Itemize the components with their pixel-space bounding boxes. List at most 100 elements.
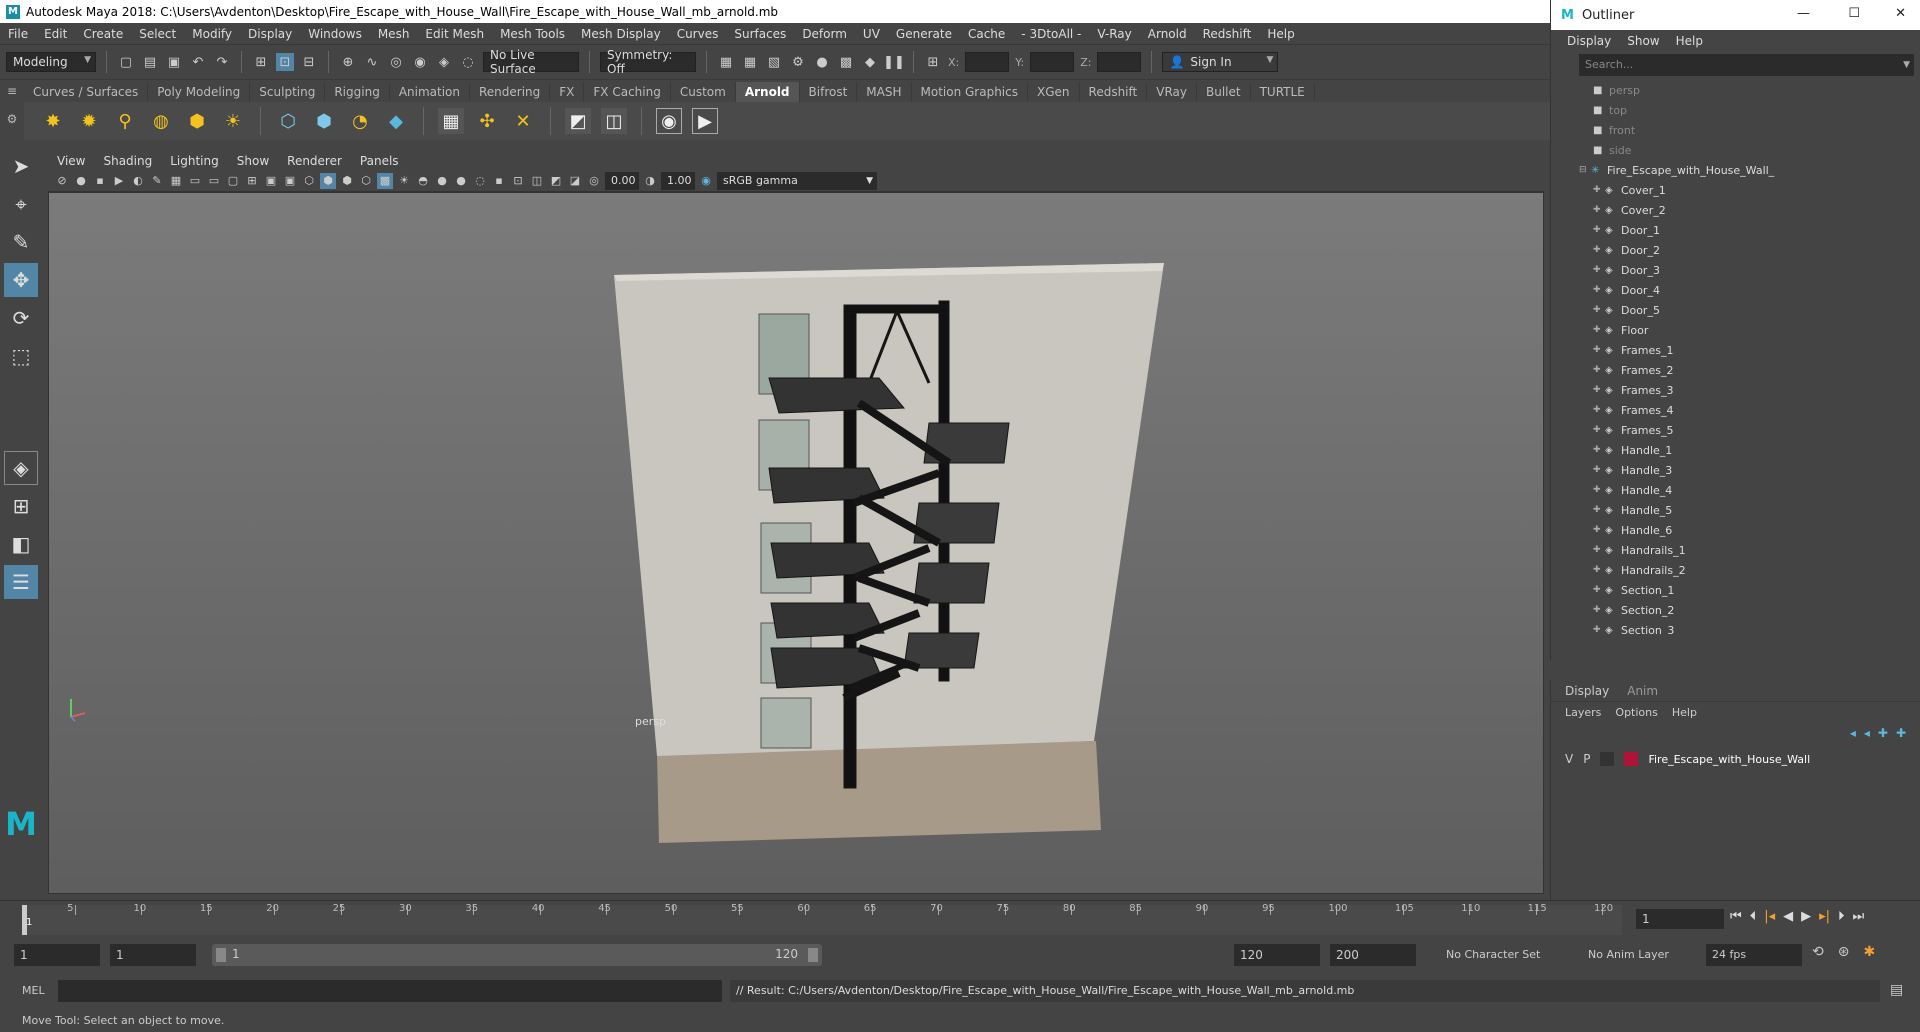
menu-item[interactable]: Display xyxy=(240,27,300,41)
snap-curve-icon[interactable]: ∿ xyxy=(363,53,381,71)
outliner-mesh-item[interactable]: ✚ ◈ Section_2 xyxy=(1579,600,1920,620)
safe-title-icon[interactable]: ▣ xyxy=(282,173,298,189)
expand-icon[interactable]: ✚ xyxy=(1593,405,1605,415)
expand-icon[interactable]: ✚ xyxy=(1593,265,1605,275)
two-view-icon[interactable]: ◧ xyxy=(4,527,38,561)
menu-item[interactable]: Select xyxy=(131,27,184,41)
menu-item[interactable]: Create xyxy=(75,27,131,41)
outliner-search-input[interactable]: Search... ▼ xyxy=(1579,54,1914,76)
expand-icon[interactable]: ✚ xyxy=(1593,325,1605,335)
shelf-tab[interactable]: Sculpting xyxy=(250,82,326,102)
expand-icon[interactable]: ✚ xyxy=(1593,225,1605,235)
gate-mask-icon[interactable]: ▢ xyxy=(225,173,241,189)
undo-icon[interactable]: ↶ xyxy=(189,53,207,71)
menu-item[interactable]: - 3DtoAll - xyxy=(1013,27,1089,41)
select-camera-icon[interactable]: ⊘ xyxy=(54,173,70,189)
menu-item[interactable]: V-Ray xyxy=(1089,27,1139,41)
2d-pan-icon[interactable]: ◐ xyxy=(130,173,146,189)
menu-item[interactable]: Windows xyxy=(300,27,370,41)
play-backward-icon[interactable]: ◀ xyxy=(1783,909,1793,924)
pause-icon[interactable]: ❚❚ xyxy=(883,53,905,71)
outliner-mesh-item[interactable]: ✚ ◈ Frames_4 xyxy=(1579,400,1920,420)
redo-icon[interactable]: ↷ xyxy=(213,53,231,71)
scale-tool-icon[interactable]: ⬚ xyxy=(4,339,38,373)
shelf-tab[interactable]: MASH xyxy=(857,82,912,102)
anti-aliasing-icon[interactable]: ◌ xyxy=(472,173,488,189)
expand-icon[interactable]: ✚ xyxy=(1593,205,1605,215)
default-material-icon[interactable]: ⬢ xyxy=(339,173,355,189)
live-surface-field[interactable]: No Live Surface xyxy=(483,48,579,76)
viewport-menu-item[interactable]: Panels xyxy=(351,154,408,168)
outliner-mesh-item[interactable]: ✚ ◈ Door_1 xyxy=(1579,220,1920,240)
gamma-field[interactable]: 1.00 xyxy=(661,171,695,190)
outliner-mesh-item[interactable]: ✚ ◈ Cover_2 xyxy=(1579,200,1920,220)
exposure-icon[interactable]: ◎ xyxy=(586,173,602,189)
outliner-mesh-item[interactable]: ✚ ◈ Handrails_2 xyxy=(1579,560,1920,580)
menu-item[interactable]: Generate xyxy=(888,27,960,41)
step-forward-frame-icon[interactable]: ▸| xyxy=(1819,909,1830,924)
isolate-select-icon[interactable]: ⊡ xyxy=(510,173,526,189)
snap-surface-icon[interactable]: ◈ xyxy=(435,53,453,71)
outliner-mesh-item[interactable]: ✚ ◈ Handle_4 xyxy=(1579,480,1920,500)
step-back-frame-icon[interactable]: |◂ xyxy=(1764,909,1775,924)
field-chart-icon[interactable]: ⊞ xyxy=(244,173,260,189)
exposure-field[interactable]: 0.00 xyxy=(605,171,639,190)
outliner-mesh-item[interactable]: ✚ ◈ Door_2 xyxy=(1579,240,1920,260)
motion-blur-icon[interactable]: ● xyxy=(453,173,469,189)
outliner-menu-item[interactable]: Help xyxy=(1668,34,1711,48)
auto-key-icon[interactable]: ⊛ xyxy=(1838,944,1850,960)
volume-icon[interactable]: ◆ xyxy=(383,108,409,134)
menu-item[interactable]: Mesh Display xyxy=(573,27,669,41)
menu-item[interactable]: Mesh Tools xyxy=(492,27,573,41)
shelf-tab[interactable]: TURTLE xyxy=(1251,82,1315,102)
layer-color-swatch[interactable] xyxy=(1624,752,1639,766)
license-manager-icon[interactable]: ◩ xyxy=(565,108,591,134)
xray-components-icon[interactable]: ◪ xyxy=(567,173,583,189)
go-to-end-icon[interactable]: ⏭ xyxy=(1853,909,1865,924)
select-tool-icon[interactable]: ➤ xyxy=(4,149,38,183)
textured-icon[interactable]: ▩ xyxy=(377,172,393,189)
outliner-mesh-item[interactable]: ✚ ◈ Handle_5 xyxy=(1579,500,1920,520)
expand-icon[interactable]: ✚ xyxy=(1593,465,1605,475)
film-gate-icon[interactable]: ▭ xyxy=(187,173,203,189)
expand-icon[interactable]: ✚ xyxy=(1593,305,1605,315)
move-layer-up-icon[interactable]: ◂ xyxy=(1850,726,1856,740)
z-field[interactable] xyxy=(1097,52,1142,72)
character-set-dropdown[interactable]: No Character Set xyxy=(1440,944,1560,966)
outliner-menu-item[interactable]: Show xyxy=(1619,34,1667,48)
xray-joints-icon[interactable]: ◩ xyxy=(548,173,564,189)
select-object-icon[interactable]: ⊡ xyxy=(276,53,294,71)
safe-action-icon[interactable]: ▣ xyxy=(263,173,279,189)
shelf-tab[interactable]: FX Caching xyxy=(584,82,671,102)
expand-icon[interactable]: ✚ xyxy=(1593,365,1605,375)
save-scene-icon[interactable]: ▣ xyxy=(165,53,183,71)
close-icon[interactable]: ✕ xyxy=(1895,6,1906,21)
minimize-icon[interactable]: — xyxy=(1797,6,1810,21)
outliner-mesh-item[interactable]: ✚ ◈ Section_3 xyxy=(1579,620,1920,636)
select-component-icon[interactable]: ⊟ xyxy=(300,53,318,71)
menu-item[interactable]: File xyxy=(0,27,36,41)
outliner-mesh-item[interactable]: ✚ ◈ Handrails_1 xyxy=(1579,540,1920,560)
layer-menu-item[interactable]: Help xyxy=(1672,706,1697,719)
lasso-tool-icon[interactable]: ⌖ xyxy=(4,187,38,221)
shelf-tab[interactable]: FX xyxy=(550,82,585,102)
menu-item[interactable]: Help xyxy=(1259,27,1302,41)
move-tool-icon[interactable]: ✥ xyxy=(4,263,38,297)
use-all-lights-icon[interactable]: ☀ xyxy=(396,173,412,189)
transform-icon[interactable]: ⊞ xyxy=(924,53,942,71)
shelf-tab[interactable]: Redshift xyxy=(1080,82,1148,102)
outliner-group-item[interactable]: ⊟ ✳ Fire_Escape_with_House_Wall_ xyxy=(1579,160,1920,180)
expand-icon[interactable]: ✚ xyxy=(1593,185,1605,195)
shelf-tab[interactable]: Animation xyxy=(390,82,470,102)
command-input[interactable] xyxy=(58,980,722,1002)
skydome-light-icon[interactable]: ◍ xyxy=(148,108,174,134)
arnold-render-icon[interactable]: ◆ xyxy=(861,53,879,71)
shelf-tab[interactable]: VRay xyxy=(1147,82,1197,102)
shelf-tab[interactable]: Rendering xyxy=(470,82,551,102)
play-forward-icon[interactable]: ▶ xyxy=(1801,909,1811,924)
render-shelf-icon[interactable]: ▶ xyxy=(692,108,718,134)
standin-icon[interactable]: ⬡ xyxy=(275,108,301,134)
menu-item[interactable]: Edit xyxy=(36,27,75,41)
layer-menu-item[interactable]: Options xyxy=(1615,706,1657,719)
expand-icon[interactable]: ✚ xyxy=(1593,445,1605,455)
